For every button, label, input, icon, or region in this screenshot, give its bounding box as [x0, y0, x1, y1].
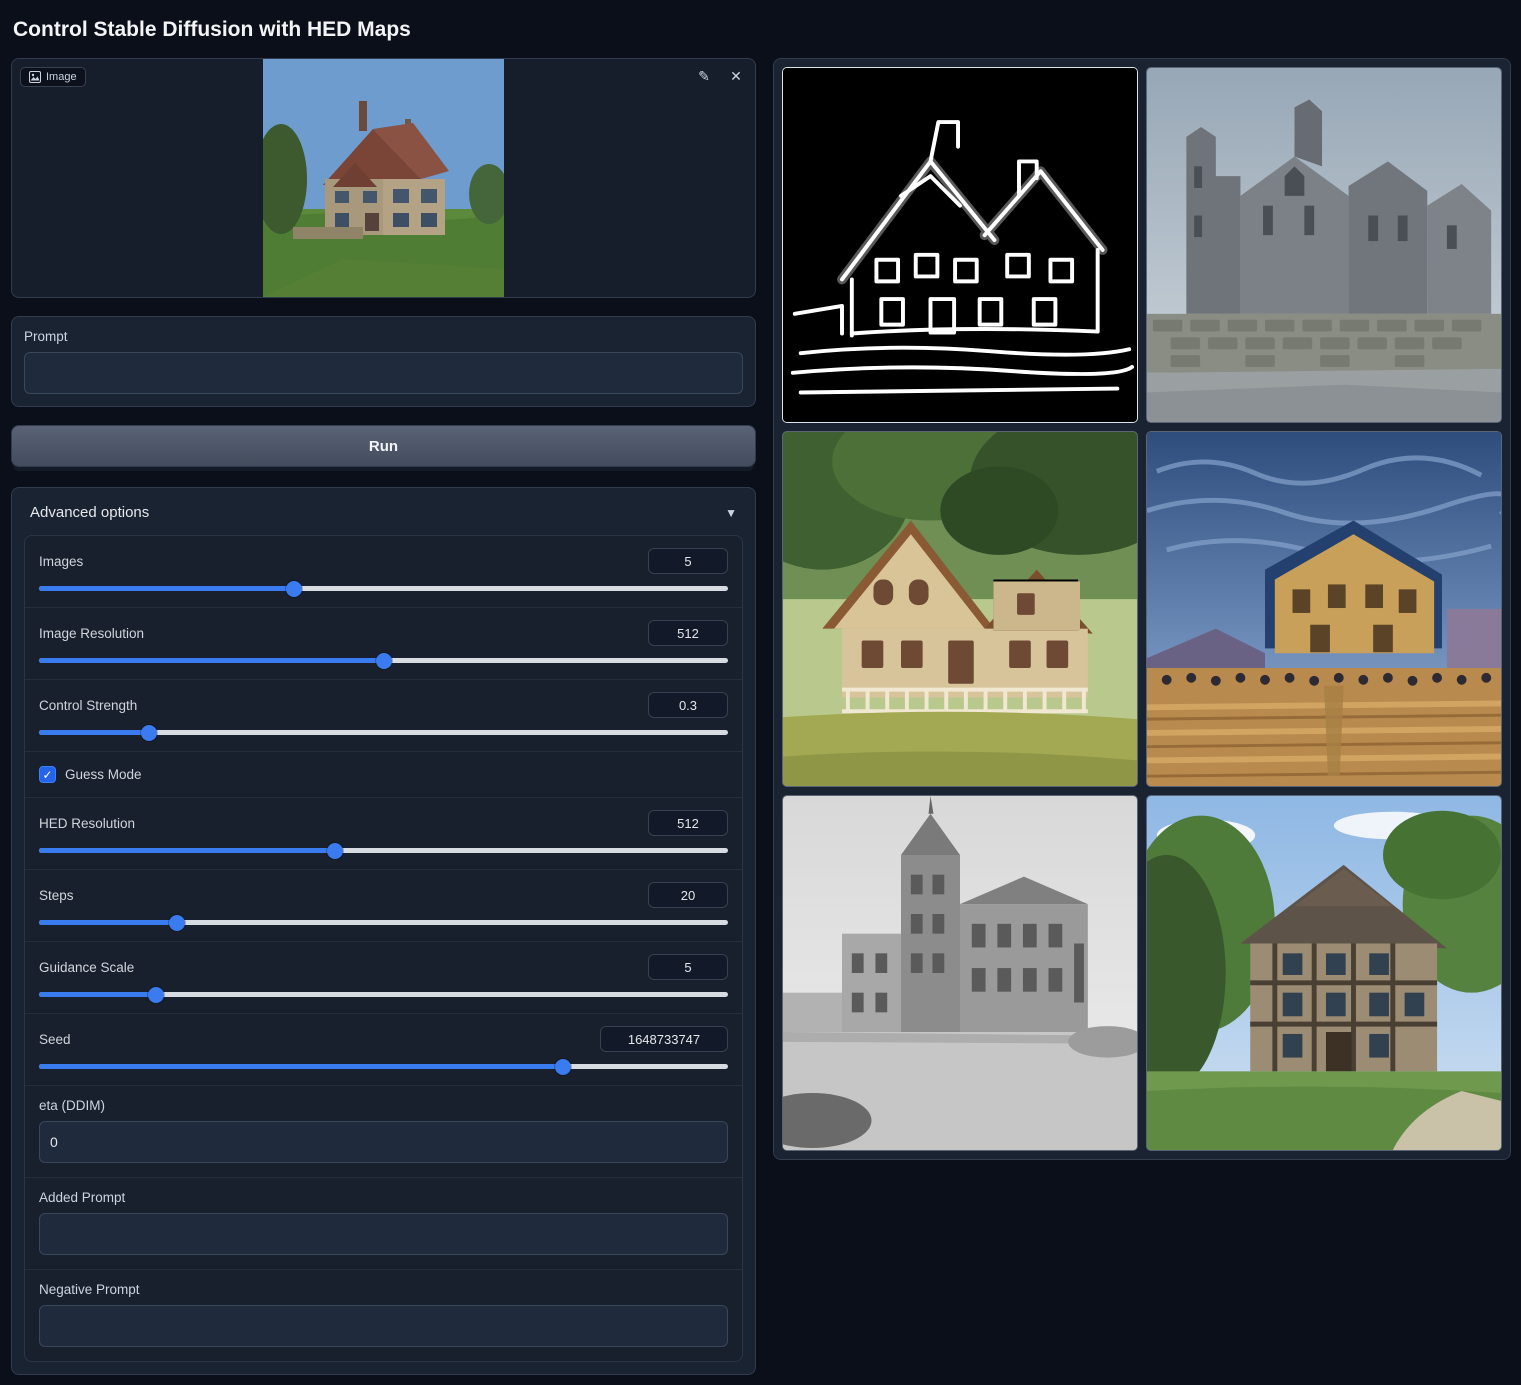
advanced-options-panel: Advanced options ▼ Images 5 — [11, 487, 756, 1375]
control-strength-value[interactable]: 0.3 — [648, 692, 728, 718]
prompt-label: Prompt — [24, 329, 743, 344]
output-gallery — [773, 58, 1511, 1160]
steps-value[interactable]: 20 — [648, 882, 728, 908]
image-resolution-slider-row: Image Resolution 512 — [25, 608, 742, 680]
images-value[interactable]: 5 — [648, 548, 728, 574]
guess-mode-checkbox[interactable]: ✓ — [39, 766, 56, 783]
negative-prompt-label: Negative Prompt — [39, 1282, 728, 1297]
check-icon: ✓ — [42, 768, 52, 782]
guidance-scale-slider-handle[interactable] — [148, 987, 164, 1003]
eta-input[interactable] — [39, 1121, 728, 1163]
collapse-arrow-icon[interactable]: ▼ — [725, 506, 737, 520]
steps-slider-handle[interactable] — [169, 915, 185, 931]
image-label-tag: Image — [20, 67, 86, 87]
hed-resolution-label: HED Resolution — [39, 816, 135, 831]
image-resolution-value[interactable]: 512 — [648, 620, 728, 646]
eta-label: eta (DDIM) — [39, 1098, 728, 1113]
image-toolbar: ✎ ✕ — [693, 65, 747, 87]
image-label: Image — [46, 71, 77, 83]
seed-slider-handle[interactable] — [555, 1059, 571, 1075]
negative-prompt-input[interactable] — [39, 1305, 728, 1347]
image-resolution-label: Image Resolution — [39, 626, 144, 641]
guidance-scale-slider-row: Guidance Scale 5 — [25, 942, 742, 1014]
edit-image-icon[interactable]: ✎ — [693, 65, 715, 87]
clear-image-icon[interactable]: ✕ — [725, 65, 747, 87]
prompt-block: Prompt — [11, 316, 756, 407]
added-prompt-input[interactable] — [39, 1213, 728, 1255]
run-button[interactable]: Run — [11, 425, 756, 467]
image-icon — [29, 71, 41, 83]
advanced-options-title: Advanced options — [30, 504, 149, 521]
input-image-block[interactable]: Image ✎ ✕ — [11, 58, 756, 298]
seed-label: Seed — [39, 1032, 71, 1047]
image-resolution-slider[interactable] — [39, 658, 728, 663]
control-strength-slider-row: Control Strength 0.3 — [25, 680, 742, 752]
page-title: Control Stable Diffusion with HED Maps — [11, 10, 1510, 58]
gallery-item-timber-house[interactable] — [1146, 795, 1502, 1151]
advanced-options-header[interactable]: Advanced options ▼ — [24, 500, 743, 535]
seed-value[interactable]: 1648733747 — [600, 1026, 728, 1052]
guess-mode-row: ✓ Guess Mode — [25, 752, 742, 797]
gallery-item-grayscale-building[interactable] — [782, 795, 1138, 1151]
gallery-item-stylized-painting[interactable] — [1146, 431, 1502, 787]
gallery-item-painted-cottage[interactable] — [782, 431, 1138, 787]
negative-prompt-row: Negative Prompt — [25, 1270, 742, 1361]
control-strength-label: Control Strength — [39, 698, 137, 713]
control-strength-slider-handle[interactable] — [141, 725, 157, 741]
image-resolution-slider-handle[interactable] — [376, 653, 392, 669]
seed-slider-row: Seed 1648733747 — [25, 1014, 742, 1086]
images-slider-handle[interactable] — [286, 581, 302, 597]
control-strength-slider[interactable] — [39, 730, 728, 735]
uploaded-house-photo — [263, 59, 504, 297]
added-prompt-label: Added Prompt — [39, 1190, 728, 1205]
guidance-scale-value[interactable]: 5 — [648, 954, 728, 980]
guidance-scale-label: Guidance Scale — [39, 960, 134, 975]
guidance-scale-slider[interactable] — [39, 992, 728, 997]
images-slider-row: Images 5 — [25, 536, 742, 608]
images-label: Images — [39, 554, 83, 569]
steps-slider-row: Steps 20 — [25, 870, 742, 942]
hed-resolution-value[interactable]: 512 — [648, 810, 728, 836]
hed-resolution-slider-handle[interactable] — [327, 843, 343, 859]
advanced-options-body: Images 5 Image Resolution 512 — [24, 535, 743, 1362]
hed-resolution-slider[interactable] — [39, 848, 728, 853]
prompt-input[interactable] — [24, 352, 743, 394]
gallery-item-hed-map[interactable] — [782, 67, 1138, 423]
main-layout: Image ✎ ✕ — [11, 58, 1510, 1375]
steps-slider[interactable] — [39, 920, 728, 925]
hed-resolution-slider-row: HED Resolution 512 — [25, 797, 742, 870]
seed-slider[interactable] — [39, 1064, 728, 1069]
eta-row: eta (DDIM) — [25, 1086, 742, 1178]
steps-label: Steps — [39, 888, 74, 903]
images-slider[interactable] — [39, 586, 728, 591]
controls-column: Image ✎ ✕ — [11, 58, 756, 1375]
gallery-item-castle[interactable] — [1146, 67, 1502, 423]
guess-mode-label: Guess Mode — [65, 767, 142, 782]
added-prompt-row: Added Prompt — [25, 1178, 742, 1270]
